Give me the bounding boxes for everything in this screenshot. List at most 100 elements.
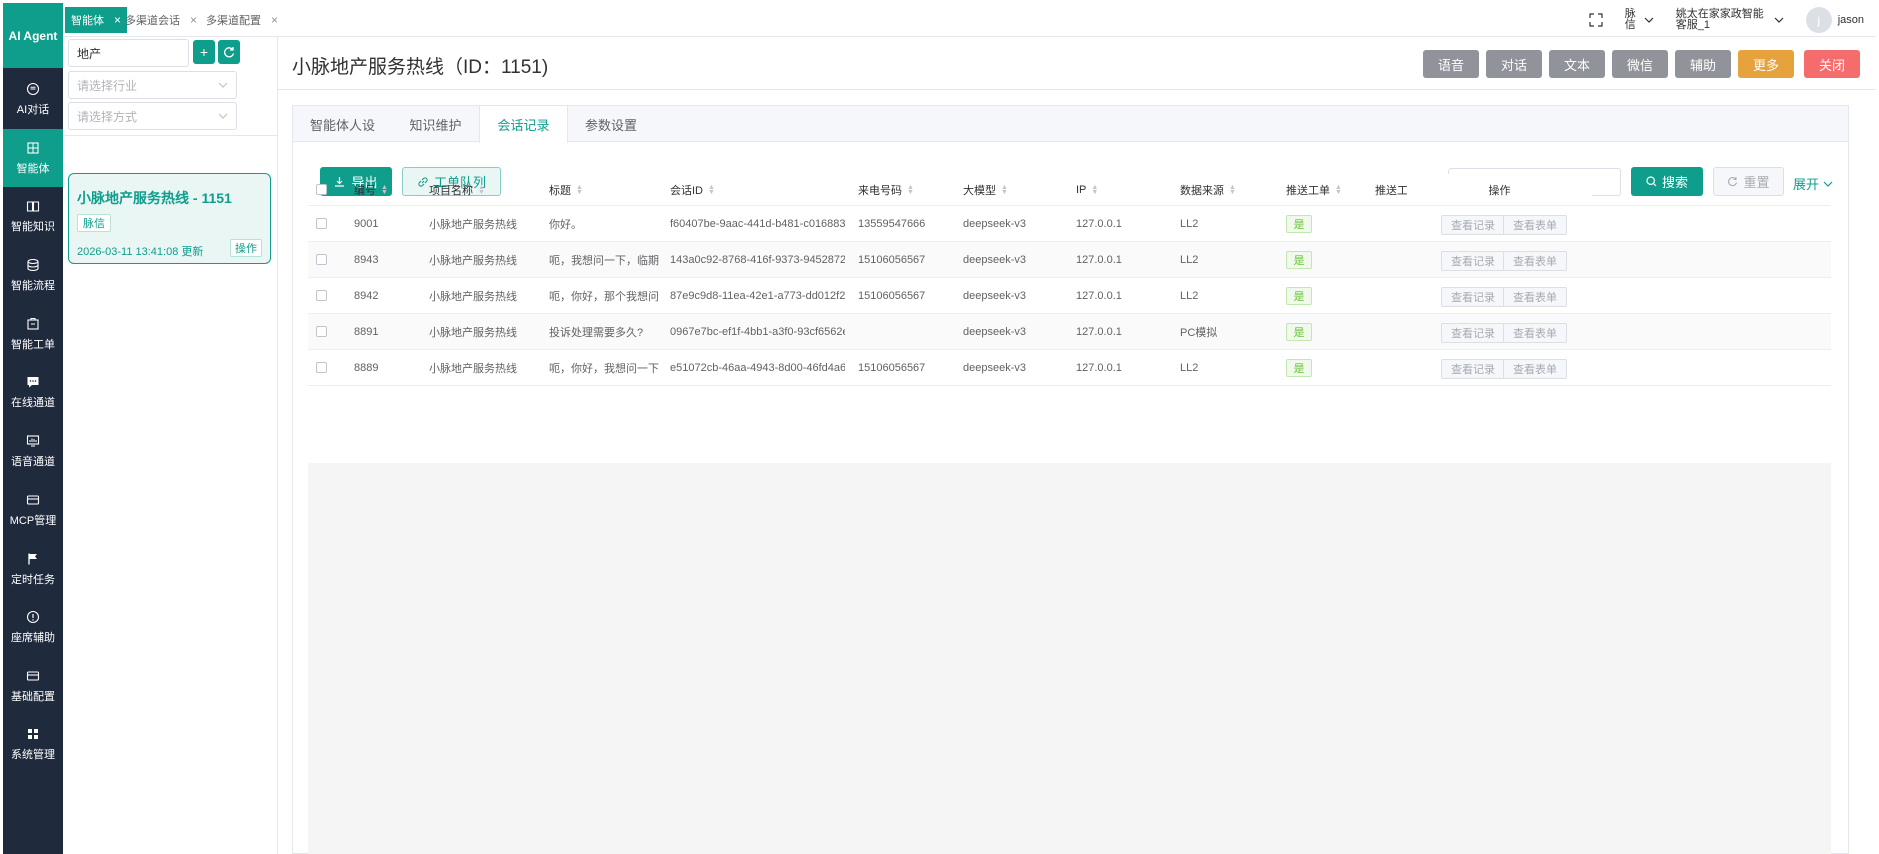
sort-icon[interactable]: ▲ ▼	[576, 184, 583, 196]
view-record-button[interactable]: 查看记录	[1441, 215, 1505, 235]
view-record-button[interactable]: 查看记录	[1441, 287, 1505, 307]
sort-icon[interactable]: ▲ ▼	[1001, 184, 1008, 196]
sort-icon[interactable]: ▲ ▼	[1091, 184, 1098, 196]
sort-icon[interactable]: ▲ ▼	[907, 184, 914, 196]
dialog-button[interactable]: 对话	[1486, 50, 1542, 78]
row-checkbox[interactable]	[316, 254, 327, 265]
cell-session: 143a0c92-8768-416f-9373-94528723...	[670, 253, 845, 266]
col-source[interactable]: 数据来源 ▲ ▼	[1180, 174, 1236, 205]
tab-agent-persona[interactable]: 智能体人设	[293, 106, 392, 142]
close-button[interactable]: 关闭	[1804, 50, 1860, 78]
more-button[interactable]: 更多	[1738, 50, 1794, 78]
table-row[interactable]: 8942 小脉地产服务热线 呃，你好，那个我想问... 87e9c9d8-11ea-4…	[308, 278, 1831, 314]
close-icon[interactable]: ×	[271, 13, 278, 27]
nav-item-3[interactable]: 智能流程	[3, 246, 63, 304]
nav-item-4[interactable]: 智能工单	[3, 305, 63, 363]
voice-button[interactable]: 语音	[1423, 50, 1479, 78]
view-record-button[interactable]: 查看记录	[1441, 359, 1505, 379]
row-checkbox[interactable]	[316, 326, 327, 337]
view-form-button[interactable]: 查看表单	[1503, 215, 1567, 235]
industry-select[interactable]: 请选择行业	[68, 71, 237, 99]
table-row[interactable]: 8891 小脉地产服务热线 投诉处理需要多久? 0967e7bc-ef1f-4bb1-…	[308, 314, 1831, 350]
wechat-button[interactable]: 微信	[1612, 50, 1668, 78]
cell-source: LL2	[1180, 217, 1199, 230]
col-session-id[interactable]: 会话ID ▲ ▼	[670, 174, 715, 205]
chevron-down-icon	[218, 113, 228, 119]
sort-icon[interactable]: ▲ ▼	[708, 184, 715, 196]
view-form-button[interactable]: 查看表单	[1503, 287, 1567, 307]
nav-item-2[interactable]: 智能知识	[3, 187, 63, 245]
nav-item-9[interactable]: 座席辅助	[3, 598, 63, 656]
app-logo[interactable]: AI Agent	[3, 3, 63, 68]
cell-title: 呃，你好，我想问一下...	[549, 362, 659, 375]
col-id[interactable]: 编号 ▲ ▼	[354, 174, 388, 205]
table-row[interactable]: 8943 小脉地产服务热线 呃，我想问一下，临期... 143a0c92-8768-4…	[308, 242, 1831, 278]
close-icon[interactable]: ×	[190, 13, 197, 27]
agent-op-button[interactable]: 操作	[230, 239, 262, 257]
chevron-down-icon[interactable]	[1774, 15, 1784, 25]
nav-item-7[interactable]: MCP管理	[3, 481, 63, 539]
agent-search-input[interactable]: 地产	[68, 39, 189, 67]
tab-multichannel-config[interactable]: 多渠道配置 ×	[200, 7, 284, 33]
cell-model: deepseek-v3	[963, 289, 1026, 302]
fullscreen-icon[interactable]	[1589, 13, 1603, 27]
row-actions: 查看记录 查看表单	[1407, 314, 1592, 349]
cell-project: 小脉地产服务热线	[429, 254, 517, 267]
refresh-icon	[224, 47, 235, 58]
view-record-button[interactable]: 查看记录	[1441, 251, 1505, 271]
sort-icon[interactable]: ▲ ▼	[1229, 184, 1236, 196]
view-form-button[interactable]: 查看表单	[1503, 323, 1567, 343]
tab-knowledge[interactable]: 知识维护	[392, 106, 479, 142]
view-form-button[interactable]: 查看表单	[1503, 251, 1567, 271]
sort-icon[interactable]: ▲ ▼	[381, 184, 388, 196]
cell-id: 8942	[354, 289, 379, 302]
sort-icon[interactable]: ▲ ▼	[478, 184, 485, 196]
push-status-badge: 是	[1286, 286, 1312, 305]
col-model[interactable]: 大模型 ▲ ▼	[963, 174, 1008, 205]
nav-item-6[interactable]: 语音通道	[3, 422, 63, 480]
col-label: IP	[1076, 183, 1087, 196]
channel-switch[interactable]: 脉 信	[1625, 9, 1654, 31]
agent-card[interactable]: 小脉地产服务热线 - 1151 脉信 2026-03-11 13:41:08 更…	[68, 173, 271, 264]
nav-item-10[interactable]: 基础配置	[3, 657, 63, 715]
text-button[interactable]: 文本	[1549, 50, 1605, 78]
view-form-button[interactable]: 查看表单	[1503, 359, 1567, 379]
cell-session: 0967e7bc-ef1f-4bb1-a3f0-93cf6562e...	[670, 325, 845, 338]
table-row[interactable]: 9001 小脉地产服务热线 你好。 f60407be-9aac-441d-b481-c…	[308, 206, 1831, 242]
tab-multichannel-session[interactable]: 多渠道会话 ×	[119, 7, 203, 33]
method-select[interactable]: 请选择方式	[68, 102, 237, 130]
push-status-badge: 是	[1286, 214, 1312, 233]
refresh-button[interactable]	[218, 40, 240, 64]
col-title[interactable]: 标题 ▲ ▼	[549, 174, 583, 205]
tenant-switch[interactable]: 姚太在家家政智能客服_1	[1676, 9, 1768, 31]
table-row[interactable]: 8889 小脉地产服务热线 呃，你好，我想问一下... e51072cb-46aa-4…	[308, 350, 1831, 386]
nav-item-0[interactable]: AI对话	[3, 70, 63, 128]
row-actions: 查看记录 查看表单	[1407, 206, 1592, 241]
row-checkbox[interactable]	[316, 218, 327, 229]
sort-icon[interactable]: ▲ ▼	[1335, 184, 1342, 196]
nav-item-1[interactable]: 智能体	[3, 129, 63, 187]
col-ip[interactable]: IP ▲ ▼	[1076, 174, 1098, 205]
tab-session-records[interactable]: 会话记录	[479, 106, 568, 143]
assist-button[interactable]: 辅助	[1675, 50, 1731, 78]
col-push-ticket-2[interactable]: 推送工单	[1375, 174, 1407, 205]
nav-item-11[interactable]: 系统管理	[3, 715, 63, 773]
push-status-badge: 是	[1286, 250, 1312, 269]
row-checkbox[interactable]	[316, 362, 327, 373]
tab-parameters[interactable]: 参数设置	[568, 106, 654, 142]
tab-agent[interactable]: 智能体 ×	[65, 7, 128, 33]
view-record-button[interactable]: 查看记录	[1441, 323, 1505, 343]
col-project[interactable]: 项目名称 ▲ ▼	[429, 174, 485, 205]
add-agent-button[interactable]: +	[193, 40, 215, 64]
row-checkbox[interactable]	[316, 290, 327, 301]
nav-item-5[interactable]: 在线通道	[3, 363, 63, 421]
cell-model: deepseek-v3	[963, 217, 1026, 230]
select-all-checkbox[interactable]	[316, 184, 327, 195]
col-push-ticket[interactable]: 推送工单 ▲ ▼	[1286, 174, 1342, 205]
cell-source: LL2	[1180, 361, 1199, 374]
nav-item-8[interactable]: 定时任务	[3, 540, 63, 598]
col-phone[interactable]: 来电号码 ▲ ▼	[858, 174, 914, 205]
avatar: j	[1805, 7, 1832, 33]
cell-id: 9001	[354, 217, 379, 230]
user-menu[interactable]: j jason	[1805, 7, 1864, 33]
